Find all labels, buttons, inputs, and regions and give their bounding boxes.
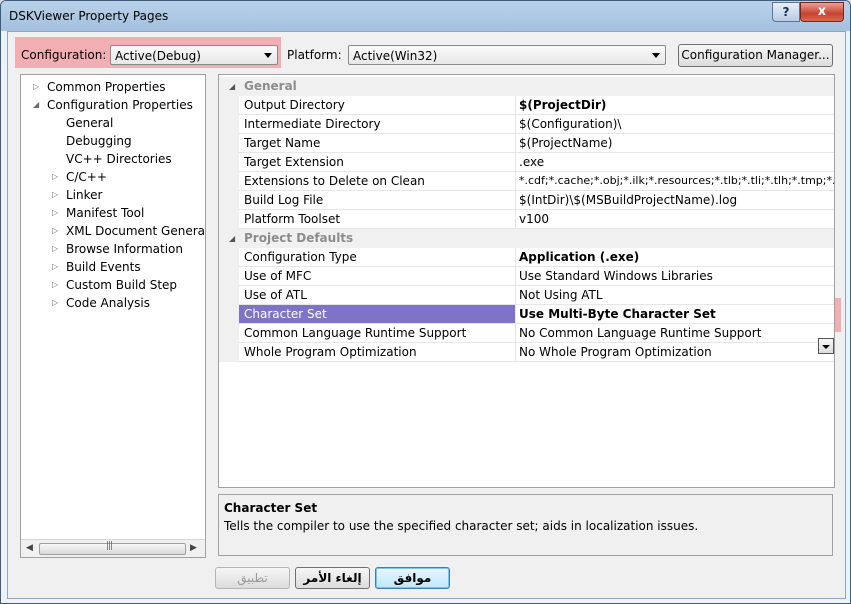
- property-value[interactable]: Not Using ATL: [519, 286, 834, 304]
- property-value[interactable]: $(Configuration)\: [519, 115, 834, 133]
- property-value[interactable]: $(ProjectDir): [519, 96, 834, 114]
- help-button[interactable]: ?: [772, 2, 800, 22]
- expand-icon[interactable]: ▷: [33, 78, 39, 96]
- tree-item-label: Configuration Properties: [47, 98, 193, 112]
- property-row-build-log-file[interactable]: Build Log File $(IntDir)\$(MSBuildProjec…: [219, 191, 834, 210]
- expand-icon[interactable]: ▷: [52, 294, 58, 312]
- property-row-use-of-mfc[interactable]: Use of MFC Use Standard Windows Librarie…: [219, 267, 834, 286]
- property-name: Use of ATL: [244, 288, 307, 302]
- collapse-icon[interactable]: ◢: [33, 96, 39, 114]
- property-name: Extensions to Delete on Clean: [244, 174, 425, 188]
- configuration-label: Configuration:: [21, 48, 107, 62]
- property-row-intermediate-directory[interactable]: Intermediate Directory $(Configuration)\: [219, 115, 834, 134]
- property-name: Configuration Type: [244, 250, 357, 264]
- property-name: Character Set: [239, 305, 515, 323]
- property-name: Whole Program Optimization: [244, 345, 417, 359]
- expand-icon[interactable]: ▷: [52, 204, 58, 222]
- expand-icon[interactable]: ▷: [52, 168, 58, 186]
- scrollbar-thumb[interactable]: |||: [39, 541, 186, 555]
- cancel-button[interactable]: إلغاء الأمر: [295, 567, 370, 589]
- property-value[interactable]: Application (.exe): [519, 248, 834, 266]
- property-value[interactable]: $(IntDir)\$(MSBuildProjectName).log: [519, 191, 834, 209]
- property-value[interactable]: *.cdf;*.cache;*.obj;*.ilk;*.resources;*.…: [519, 172, 834, 190]
- scroll-right-icon[interactable]: ▶: [190, 543, 197, 553]
- property-name: Build Log File: [244, 193, 324, 207]
- collapse-icon[interactable]: ◢: [229, 229, 235, 248]
- tree-item-label: Linker: [66, 188, 103, 202]
- property-name: Platform Toolset: [244, 212, 341, 226]
- category-label: Project Defaults: [244, 231, 354, 245]
- description-title: Character Set: [224, 501, 318, 515]
- configuration-manager-button[interactable]: Configuration Manager...: [678, 44, 833, 67]
- scroll-left-icon[interactable]: ◀: [26, 543, 33, 553]
- property-row-configuration-type[interactable]: Configuration Type Application (.exe): [219, 248, 834, 267]
- category-general[interactable]: ◢ General: [219, 77, 834, 96]
- configuration-value: Active(Debug): [115, 49, 201, 63]
- property-row-clr-support[interactable]: Common Language Runtime Support No Commo…: [219, 324, 834, 343]
- property-value[interactable]: Use Standard Windows Libraries: [519, 267, 834, 285]
- tree-item-label: Build Events: [66, 260, 141, 274]
- platform-select[interactable]: Active(Win32): [348, 45, 666, 65]
- platform-label: Platform:: [287, 48, 342, 62]
- chevron-down-icon: [264, 53, 272, 58]
- tree-item-label: Custom Build Step: [66, 278, 178, 292]
- property-row-output-directory[interactable]: Output Directory $(ProjectDir): [219, 96, 834, 115]
- chevron-down-icon: [652, 53, 660, 58]
- expand-icon[interactable]: ▷: [52, 240, 58, 258]
- tree-item-label: VC++ Directories: [66, 152, 172, 166]
- window-title: DSKViewer Property Pages: [9, 9, 169, 23]
- property-grid[interactable]: ◢ General Output Directory $(ProjectDir)…: [218, 74, 835, 488]
- expand-icon[interactable]: ▷: [52, 276, 58, 294]
- tree-item-label: XML Document Generator: [66, 224, 206, 238]
- description-text: Tells the compiler to use the specified …: [224, 519, 699, 533]
- collapse-icon[interactable]: ◢: [229, 77, 235, 96]
- property-row-extensions-to-delete[interactable]: Extensions to Delete on Clean *.cdf;*.ca…: [219, 172, 834, 191]
- property-name: Target Extension: [244, 155, 344, 169]
- character-set-dropdown-button[interactable]: [818, 338, 834, 354]
- title-bar: DSKViewer Property Pages ? x: [1, 1, 850, 31]
- property-pages-window: DSKViewer Property Pages ? x Configurati…: [0, 0, 851, 604]
- dialog-client-area: Configuration: Active(Debug) Platform: A…: [7, 31, 846, 599]
- tree-item-label: Manifest Tool: [66, 206, 145, 220]
- tree-item-label: Common Properties: [47, 80, 166, 94]
- property-row-target-extension[interactable]: Target Extension .exe: [219, 153, 834, 172]
- expand-icon[interactable]: ▷: [52, 222, 58, 240]
- property-tree[interactable]: ▷ Common Properties ◢ Configuration Prop…: [20, 74, 206, 558]
- grip-icon: |||: [106, 541, 113, 551]
- property-value[interactable]: No Whole Program Optimization: [519, 343, 834, 361]
- property-value[interactable]: v100: [519, 210, 834, 228]
- property-row-target-name[interactable]: Target Name $(ProjectName): [219, 134, 834, 153]
- property-name: Intermediate Directory: [244, 117, 381, 131]
- expand-icon[interactable]: ▷: [52, 186, 58, 204]
- ok-button[interactable]: موافق: [375, 567, 450, 589]
- property-name: Common Language Runtime Support: [244, 326, 467, 340]
- tree-item-label: C/C++: [66, 170, 107, 184]
- expand-icon[interactable]: ▷: [52, 258, 58, 276]
- tree-horizontal-scrollbar[interactable]: ◀ ||| ▶: [21, 539, 205, 557]
- close-button[interactable]: x: [800, 2, 844, 22]
- tree-item-label: Browse Information: [66, 242, 183, 256]
- property-value[interactable]: Use Multi-Byte Character Set: [519, 305, 834, 323]
- property-name: Output Directory: [244, 98, 345, 112]
- property-row-character-set[interactable]: Character Set Use Multi-Byte Character S…: [219, 305, 834, 324]
- property-row-use-of-atl[interactable]: Use of ATL Not Using ATL: [219, 286, 834, 305]
- property-value[interactable]: No Common Language Runtime Support: [519, 324, 834, 342]
- tree-item-label: General: [66, 116, 114, 130]
- tree-item-label: Debugging: [66, 134, 132, 148]
- apply-button[interactable]: تطبيق: [215, 567, 290, 589]
- configuration-select[interactable]: Active(Debug): [110, 45, 278, 65]
- tree-item-label: Code Analysis: [66, 296, 150, 310]
- platform-value: Active(Win32): [353, 49, 438, 63]
- property-name: Use of MFC: [244, 269, 312, 283]
- category-project-defaults[interactable]: ◢ Project Defaults: [219, 229, 834, 248]
- property-value[interactable]: .exe: [519, 153, 834, 171]
- description-panel: Character Set Tells the compiler to use …: [218, 494, 833, 556]
- property-row-platform-toolset[interactable]: Platform Toolset v100: [219, 210, 834, 229]
- property-value[interactable]: $(ProjectName): [519, 134, 834, 152]
- category-label: General: [244, 79, 297, 93]
- property-name: Target Name: [244, 136, 321, 150]
- property-row-whole-program-optimization[interactable]: Whole Program Optimization No Whole Prog…: [219, 343, 834, 362]
